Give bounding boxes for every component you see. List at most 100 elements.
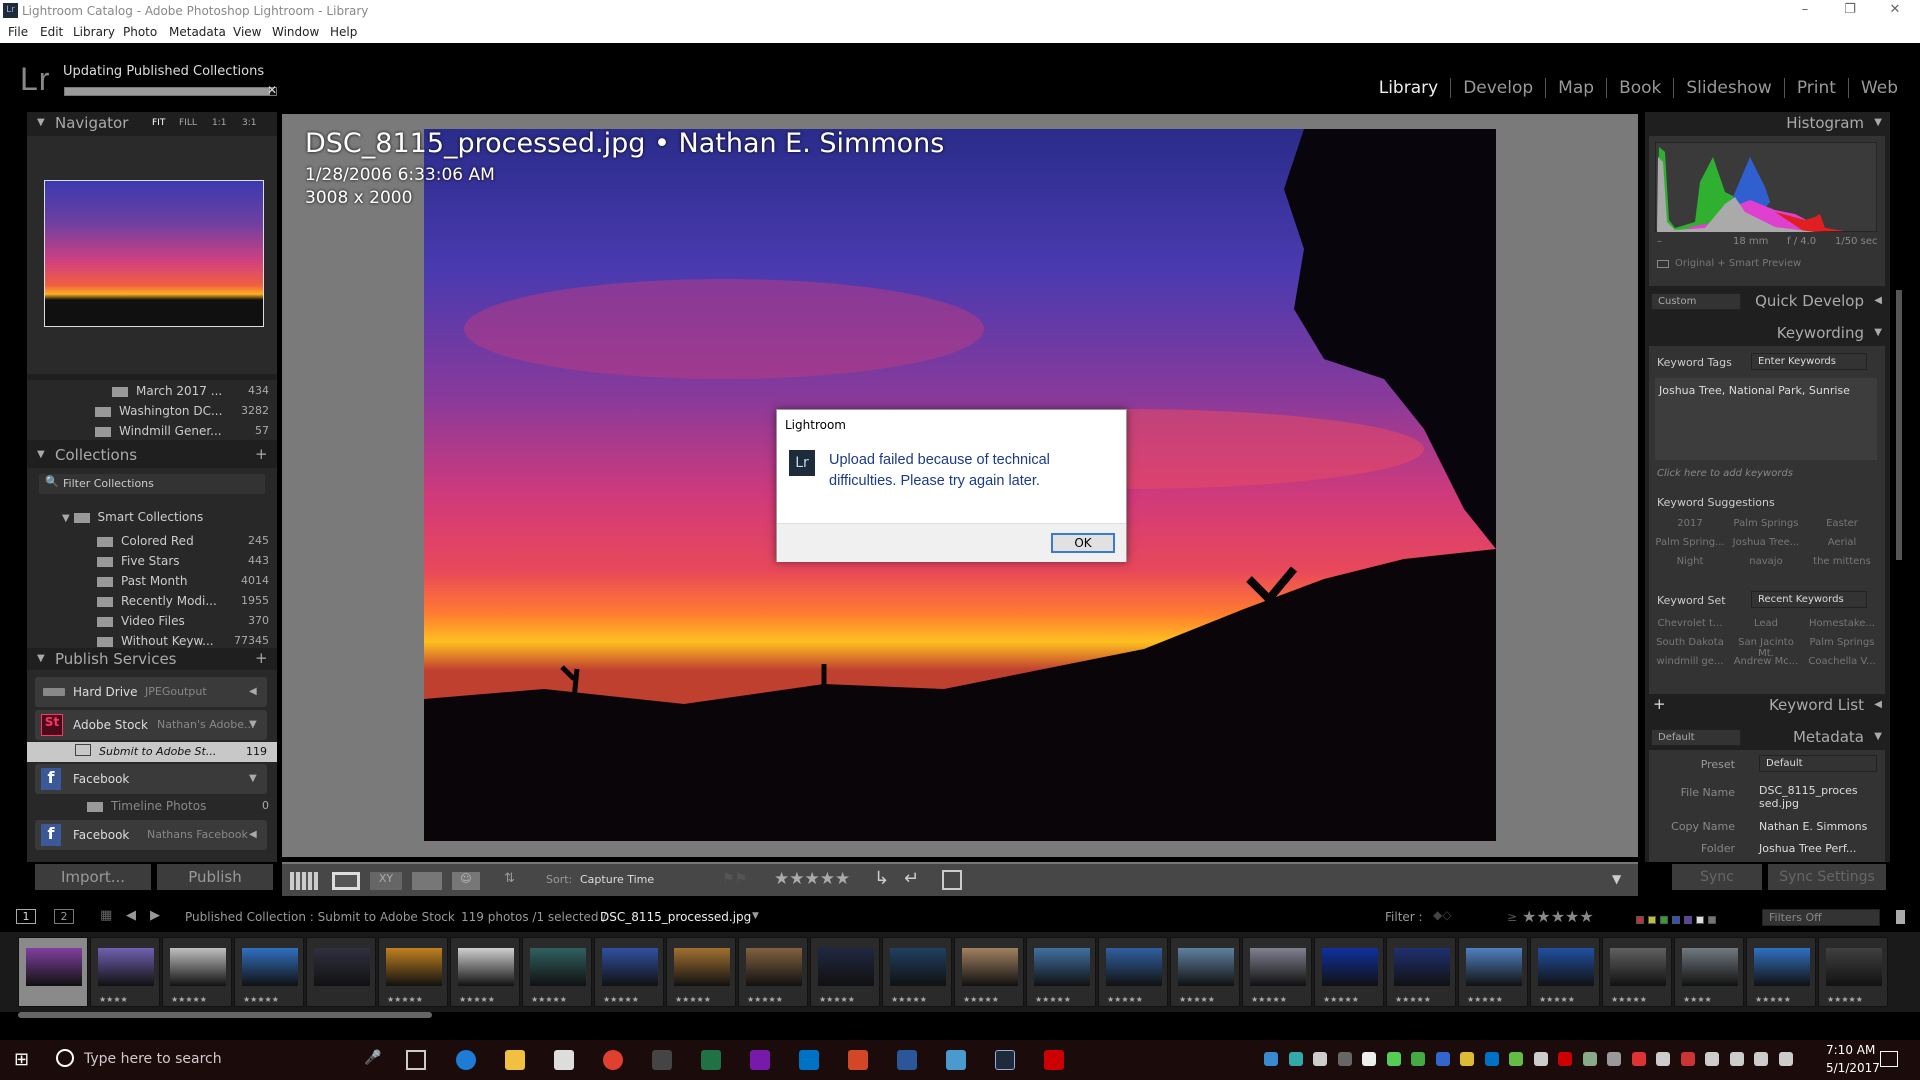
- system-tray-icon[interactable]: [1729, 1052, 1744, 1066]
- histogram-header[interactable]: Histogram ▼: [1645, 112, 1890, 134]
- metadata-view-select[interactable]: Default: [1651, 729, 1741, 746]
- system-tray-icon[interactable]: [1656, 1052, 1670, 1066]
- keyword-chip[interactable]: Andrew Mc...: [1729, 656, 1803, 667]
- filmstrip-scrollbar[interactable]: [18, 1012, 432, 1018]
- keyword-chip[interactable]: windmill ge...: [1653, 656, 1727, 667]
- filmstrip-thumbnail[interactable]: ★★★★: [1674, 937, 1744, 1007]
- system-tray-icon[interactable]: [1607, 1052, 1621, 1066]
- keywords-textarea[interactable]: Joshua Tree, National Park, Sunrise: [1655, 378, 1877, 460]
- rating-filter-stars[interactable]: ★★★★★: [1522, 907, 1594, 926]
- edge-icon[interactable]: [456, 1050, 476, 1070]
- system-tray-icon[interactable]: [1362, 1052, 1376, 1066]
- color-label-swatch[interactable]: [1672, 916, 1680, 924]
- rating-stars[interactable]: ★★★★★: [774, 869, 850, 889]
- filmstrip-thumbnail[interactable]: ★★★★★: [450, 937, 520, 1007]
- keyword-set-select[interactable]: Recent Keywords: [1751, 591, 1867, 608]
- color-label-swatch[interactable]: [1660, 916, 1668, 924]
- filmstrip-thumbnail[interactable]: ★★★★★: [594, 937, 664, 1007]
- minimize-button[interactable]: –: [1785, 2, 1825, 17]
- forward-arrow-icon[interactable]: ▶: [150, 908, 160, 923]
- metadata-header[interactable]: Default Metadata ▼: [1645, 726, 1890, 748]
- system-tray-icon[interactable]: [1705, 1052, 1719, 1066]
- menu-photo[interactable]: Photo: [123, 25, 157, 39]
- zoom-3-1[interactable]: 3:1: [242, 118, 256, 128]
- smart-collection-item[interactable]: Recently Modi... 1955: [97, 594, 277, 608]
- sort-direction-icon[interactable]: ⇅: [504, 871, 515, 886]
- filter-collections-input[interactable]: 🔍 Filter Collections: [39, 474, 265, 494]
- search-input[interactable]: Type here to search: [84, 1051, 222, 1067]
- keyword-chip[interactable]: South Dakota: [1653, 637, 1727, 648]
- filmstrip-thumbnail[interactable]: ★★★★★: [378, 937, 448, 1007]
- keyword-chip[interactable]: 2017: [1653, 518, 1727, 529]
- cancel-progress-icon[interactable]: ✕: [267, 83, 277, 97]
- module-map[interactable]: Map: [1545, 78, 1606, 98]
- menu-view[interactable]: View: [233, 25, 261, 39]
- word-icon[interactable]: [897, 1050, 917, 1070]
- publish-service-facebook-2[interactable]: f Facebook Nathans Facebook ◀: [35, 820, 267, 850]
- people-view-icon[interactable]: ☺: [452, 872, 480, 890]
- module-develop[interactable]: Develop: [1450, 78, 1545, 98]
- store-icon[interactable]: [554, 1050, 574, 1070]
- filmstrip-thumbnail[interactable]: [18, 937, 88, 1007]
- filmstrip-thumbnail[interactable]: ★★★★★: [1818, 937, 1888, 1007]
- system-tray-icon[interactable]: [1460, 1052, 1474, 1066]
- restore-button[interactable]: ❐: [1830, 2, 1870, 17]
- filmstrip-thumbnail[interactable]: ★★★★★: [522, 937, 592, 1007]
- folder-item[interactable]: March 2017 ... 434: [112, 384, 277, 398]
- powerpoint-icon[interactable]: [848, 1050, 868, 1070]
- windows-start-icon[interactable]: ⊞: [14, 1049, 29, 1070]
- loupe-view-icon[interactable]: [332, 872, 360, 890]
- app-icon[interactable]: [652, 1050, 672, 1070]
- navigator-header[interactable]: ▼ Navigator FIT FILL 1:1 3:1: [27, 112, 277, 134]
- menu-file[interactable]: File: [8, 25, 28, 39]
- metadata-preset-select[interactable]: Default: [1759, 755, 1877, 772]
- module-slideshow[interactable]: Slideshow: [1673, 78, 1783, 98]
- publish-button[interactable]: Publish: [157, 864, 273, 890]
- filmstrip-thumbnail[interactable]: ★★★★★: [1386, 937, 1456, 1007]
- color-label-swatch[interactable]: [1708, 916, 1716, 924]
- menu-window[interactable]: Window: [272, 25, 319, 39]
- system-tray-icon[interactable]: [1533, 1052, 1548, 1066]
- add-keywords-field[interactable]: Click here to add keywords: [1657, 468, 1793, 479]
- filmstrip-thumbnail[interactable]: ★★★★★: [1530, 937, 1600, 1007]
- import-button[interactable]: Import...: [35, 864, 151, 890]
- filmstrip-thumbnail[interactable]: ★★★★★: [1746, 937, 1816, 1007]
- filmstrip-thumbnail[interactable]: ★★★★★: [1242, 937, 1312, 1007]
- system-tray-icon[interactable]: [1754, 1052, 1768, 1066]
- publish-service-hard-drive[interactable]: Hard Drive JPEGoutput ◀: [35, 677, 267, 707]
- system-tray-icon[interactable]: [1680, 1052, 1695, 1066]
- toolbar-menu-chevron-icon[interactable]: ▼: [1612, 872, 1621, 886]
- lightroom-taskbar-icon[interactable]: [995, 1050, 1015, 1070]
- system-tray-icon[interactable]: [1288, 1052, 1303, 1066]
- module-book[interactable]: Book: [1606, 78, 1673, 98]
- zoom-1-1[interactable]: 1:1: [212, 118, 226, 128]
- filmstrip-thumbnail[interactable]: ★★★★★: [1098, 937, 1168, 1007]
- sync-button[interactable]: Sync: [1672, 864, 1762, 890]
- back-arrow-icon[interactable]: ◀: [126, 908, 136, 923]
- menu-library[interactable]: Library: [73, 25, 115, 39]
- system-tray-icon[interactable]: [1435, 1052, 1450, 1066]
- smart-collection-item[interactable]: Video Files 370: [97, 614, 277, 628]
- excel-icon[interactable]: [701, 1050, 721, 1070]
- chevron-down-icon[interactable]: ▼: [752, 911, 759, 921]
- cortana-icon[interactable]: [56, 1049, 74, 1067]
- folder-field[interactable]: Joshua Tree Perf...: [1759, 842, 1856, 855]
- filmstrip-thumbnail[interactable]: ★★★★★: [810, 937, 880, 1007]
- module-print[interactable]: Print: [1783, 78, 1848, 98]
- smart-collection-item[interactable]: Without Keyw... 77345: [97, 634, 277, 648]
- keyword-chip[interactable]: Palm Spring...: [1653, 537, 1727, 548]
- clock-date[interactable]: 5/1/2017: [1826, 1061, 1880, 1075]
- system-tray-icon[interactable]: [1264, 1052, 1278, 1066]
- keyword-chip[interactable]: Aerial: [1805, 537, 1879, 548]
- publish-service-adobe-stock[interactable]: St Adobe Stock Nathan's Adobe... ▼: [35, 710, 267, 740]
- add-publish-service-button[interactable]: +: [255, 649, 268, 667]
- menu-edit[interactable]: Edit: [40, 25, 63, 39]
- outlook-icon[interactable]: [799, 1050, 819, 1070]
- filmstrip-thumbnail[interactable]: ★★★★★: [1170, 937, 1240, 1007]
- color-label-swatch[interactable]: [1696, 916, 1704, 924]
- system-tray-icon[interactable]: [1337, 1052, 1352, 1066]
- color-label-swatch[interactable]: [1636, 916, 1644, 924]
- grid-view-icon[interactable]: [290, 872, 318, 890]
- keyword-chip[interactable]: Joshua Tree...: [1729, 537, 1803, 548]
- file-name-field[interactable]: DSC_8115_processed.jpg: [1759, 784, 1863, 810]
